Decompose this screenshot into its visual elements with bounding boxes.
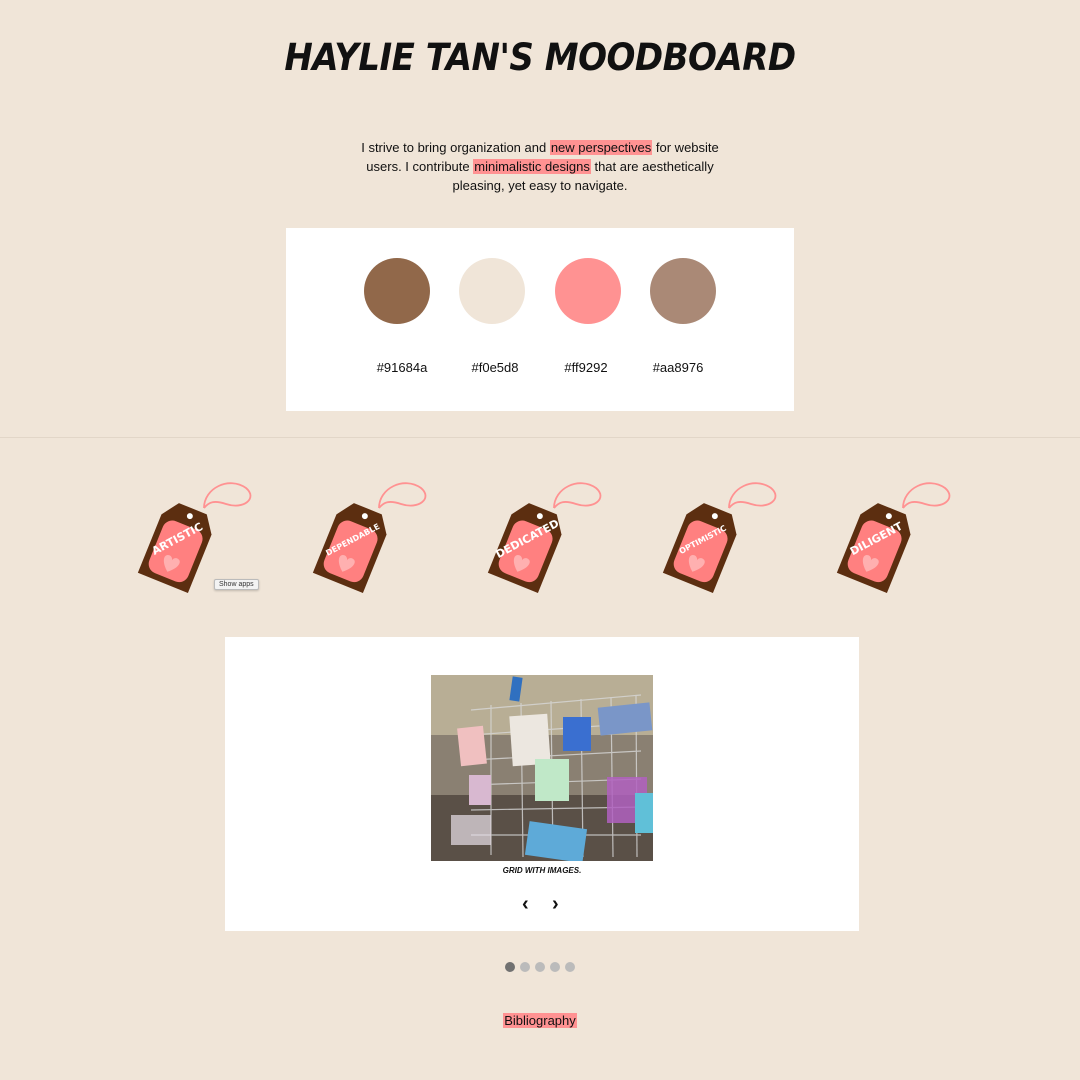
swatch-label-3: #ff9292 xyxy=(564,360,608,375)
swatch-label-4: #aa8976 xyxy=(652,360,704,375)
section-divider xyxy=(0,437,1080,438)
trait-tag-dependable: DEPENDABLE xyxy=(312,482,427,593)
slide-caption: Grid with images. xyxy=(502,866,582,875)
swatch-2 xyxy=(459,258,525,324)
bibliography-link-row: Bibliography xyxy=(0,1013,1080,1028)
swatch-label-1: #91684a xyxy=(376,360,428,375)
moodboard-photo xyxy=(431,675,653,861)
intro-highlight-designs: minimalistic designs xyxy=(473,159,591,174)
trait-tag-optimistic: OPTIMISTIC xyxy=(662,482,777,593)
trait-tag-dedicated: DEDICATED xyxy=(487,482,602,593)
slide-dots xyxy=(505,962,575,972)
swatch-3 xyxy=(555,258,621,324)
image-slideshow: Grid with images. ‹ › xyxy=(225,637,859,931)
swatch-1 xyxy=(364,258,430,324)
intro-highlight-perspectives: new perspectives xyxy=(549,140,653,155)
page-title: Haylie Tan's Moodboard xyxy=(284,36,796,80)
trait-tag-artistic: ARTISTIC xyxy=(137,482,252,593)
slide-dot[interactable] xyxy=(550,962,560,972)
bibliography-link[interactable]: Bibliography xyxy=(503,1013,577,1028)
slide-dot[interactable] xyxy=(505,962,515,972)
color-palette-card: #91684a #f0e5d8 #ff9292 #aa8976 xyxy=(286,228,794,411)
slide-dot[interactable] xyxy=(565,962,575,972)
trait-tag-diligent: DILIGENT xyxy=(836,482,951,593)
swatch-label-2: #f0e5d8 xyxy=(471,360,519,375)
slide-dot[interactable] xyxy=(520,962,530,972)
intro-text-1: I strive to bring organization and xyxy=(361,140,550,155)
next-slide-button[interactable]: › xyxy=(552,894,559,914)
prev-slide-button[interactable]: ‹ xyxy=(522,894,529,914)
slide-dot[interactable] xyxy=(535,962,545,972)
show-apps-tooltip: Show apps xyxy=(214,579,259,590)
intro-paragraph: I strive to bring organization and new p… xyxy=(360,138,720,195)
swatch-4 xyxy=(650,258,716,324)
